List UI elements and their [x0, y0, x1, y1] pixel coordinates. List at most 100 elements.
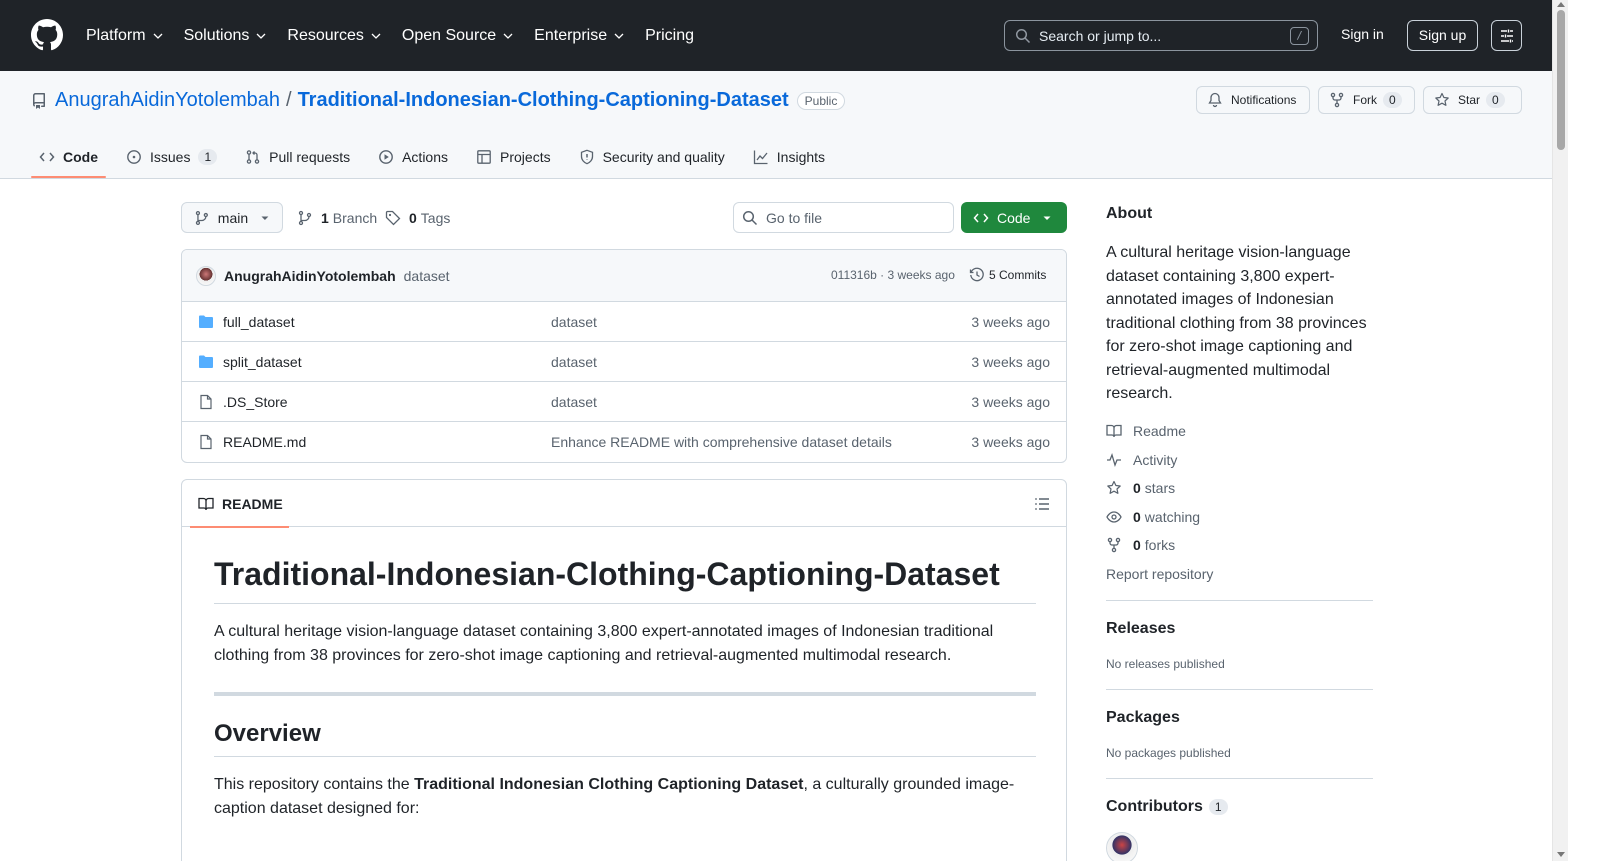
fork-count: 0 [1383, 92, 1402, 108]
file-commit-message[interactable]: Enhance README with comprehensive datase… [551, 434, 892, 450]
tab-insights[interactable]: Insights [745, 136, 833, 178]
tab-code[interactable]: Code [31, 136, 106, 178]
sidebar-divider [1106, 600, 1373, 601]
chevron-down-icon [153, 33, 163, 39]
scroll-down-arrow-icon[interactable] [1557, 852, 1565, 857]
file-row[interactable]: full_dataset dataset 3 weeks ago [182, 302, 1066, 342]
activity-link[interactable]: Activity [1106, 452, 1177, 468]
commits-link[interactable]: 5 Commits [969, 267, 1046, 283]
list-icon[interactable] [1034, 496, 1050, 512]
sliders-icon [1500, 29, 1513, 42]
file-date: 3 weeks ago [971, 313, 1050, 330]
caret-down-icon [1043, 216, 1051, 220]
stars-link[interactable]: 0 stars [1106, 480, 1175, 496]
stars-count: 0 [1133, 480, 1141, 496]
code-button[interactable]: Code [961, 202, 1067, 233]
packages-heading[interactable]: Packages [1106, 709, 1180, 727]
scroll-up-arrow-icon[interactable] [1557, 2, 1565, 7]
pull-request-icon [246, 150, 260, 164]
file-row[interactable]: .DS_Store dataset 3 weeks ago [182, 382, 1066, 422]
contributors-heading[interactable]: Contributors 1 [1106, 798, 1228, 816]
about-heading: About [1106, 205, 1153, 222]
star-btn-body[interactable]: Star 0 [1423, 86, 1522, 114]
sign-up-button[interactable]: Sign up [1407, 20, 1478, 51]
visibility-badge: Public [796, 91, 846, 110]
nav-open-source[interactable]: Open Source [402, 27, 514, 45]
window-edge [1568, 0, 1600, 861]
stars-label: stars [1144, 480, 1176, 496]
commit-author-link[interactable]: AnugrahAidinYotolembah [224, 268, 396, 284]
table-icon [477, 150, 491, 164]
nav-pricing[interactable]: Pricing [645, 27, 694, 45]
github-logo-icon[interactable] [31, 19, 63, 51]
repo-title: AnugrahAidinYotolembah / Traditional-Ind… [31, 89, 846, 112]
tab-security[interactable]: Security and quality [571, 136, 733, 178]
file-commit-message[interactable]: dataset [551, 314, 597, 330]
watching-link[interactable]: 0 watching [1106, 509, 1200, 525]
tab-pull-requests[interactable]: Pull requests [237, 136, 358, 178]
play-icon [379, 150, 393, 164]
file-browser: AnugrahAidinYotolembah dataset 011316b ·… [181, 249, 1067, 463]
readme-tab[interactable]: README [190, 480, 289, 528]
releases-heading[interactable]: Releases [1106, 620, 1175, 638]
branch-icon [298, 210, 312, 226]
file-name-link[interactable]: README.md [223, 434, 306, 450]
commit-hash-time[interactable]: 011316b · 3 weeks ago [831, 268, 955, 282]
go-to-file-input[interactable]: Go to file [733, 202, 954, 233]
nav-solutions[interactable]: Solutions [184, 27, 268, 45]
star-icon [1435, 92, 1449, 106]
nav-enterprise[interactable]: Enterprise [534, 27, 625, 45]
notifications-btn-body[interactable]: Notifications [1196, 86, 1310, 114]
tab-label: Issues [150, 149, 191, 165]
repo-name-link[interactable]: Traditional-Indonesian-Clothing-Captioni… [298, 89, 789, 112]
report-repository-link[interactable]: Report repository [1106, 566, 1213, 582]
folder-icon [199, 315, 213, 328]
tab-label: Projects [500, 149, 551, 165]
file-name-link[interactable]: .DS_Store [223, 394, 288, 410]
tab-actions[interactable]: Actions [370, 136, 456, 178]
nav-resources[interactable]: Resources [287, 27, 381, 45]
branches-link[interactable]: 1 Branch [297, 210, 377, 226]
scrollbar[interactable] [1552, 0, 1568, 861]
file-commit-message[interactable]: dataset [551, 354, 597, 370]
history-icon [969, 267, 984, 282]
notifications-button[interactable]: Notifications [1196, 86, 1310, 114]
tags-link[interactable]: 0 Tags [385, 210, 450, 226]
global-header: Platform Solutions Resources Open Source… [0, 0, 1552, 71]
tab-projects[interactable]: Projects [468, 136, 559, 178]
commit-message-link[interactable]: dataset [404, 268, 450, 284]
scrollbar-thumb[interactable] [1557, 10, 1565, 150]
fork-button[interactable]: Fork 0 [1318, 86, 1415, 114]
search-input[interactable]: Search or jump to... / [1004, 20, 1318, 51]
file-row[interactable]: split_dataset dataset 3 weeks ago [182, 342, 1066, 382]
star-label: Star [1458, 93, 1481, 107]
repo-owner-link[interactable]: AnugrahAidinYotolembah [55, 89, 280, 112]
sidebar-divider [1106, 689, 1373, 690]
file-name-link[interactable]: full_dataset [223, 314, 295, 330]
menu-button[interactable] [1491, 20, 1522, 51]
file-row[interactable]: README.md Enhance README with comprehens… [182, 422, 1066, 462]
branch-selector[interactable]: main [181, 202, 283, 233]
releases-note: No releases published [1106, 657, 1225, 671]
tab-issues[interactable]: Issues 1 [118, 136, 225, 178]
repo-tab-bar: Code Issues 1 Pull requests Actions Proj… [31, 136, 845, 178]
sign-in-link[interactable]: Sign in [1341, 26, 1384, 42]
star-button[interactable]: Star 0 [1423, 86, 1522, 114]
readme-title: Traditional-Indonesian-Clothing-Captioni… [214, 556, 1036, 604]
avatar[interactable] [1106, 832, 1138, 861]
file-name-link[interactable]: split_dataset [223, 354, 302, 370]
readme-link[interactable]: Readme [1106, 423, 1186, 439]
chevron-down-icon [614, 33, 624, 39]
fork-label: Fork [1353, 93, 1377, 107]
forks-link[interactable]: 0 forks [1106, 537, 1175, 553]
fork-btn-body[interactable]: Fork 0 [1318, 86, 1415, 114]
nav-label: Open Source [401, 26, 497, 44]
repo-separator: / [286, 89, 292, 111]
file-commit-message[interactable]: dataset [551, 394, 597, 410]
shield-icon [580, 149, 593, 165]
avatar[interactable] [196, 265, 216, 286]
nav-platform[interactable]: Platform [86, 27, 164, 45]
overview-text-pre: This repository contains the [214, 776, 415, 793]
tag-icon [385, 210, 401, 226]
book-icon [1106, 424, 1122, 438]
